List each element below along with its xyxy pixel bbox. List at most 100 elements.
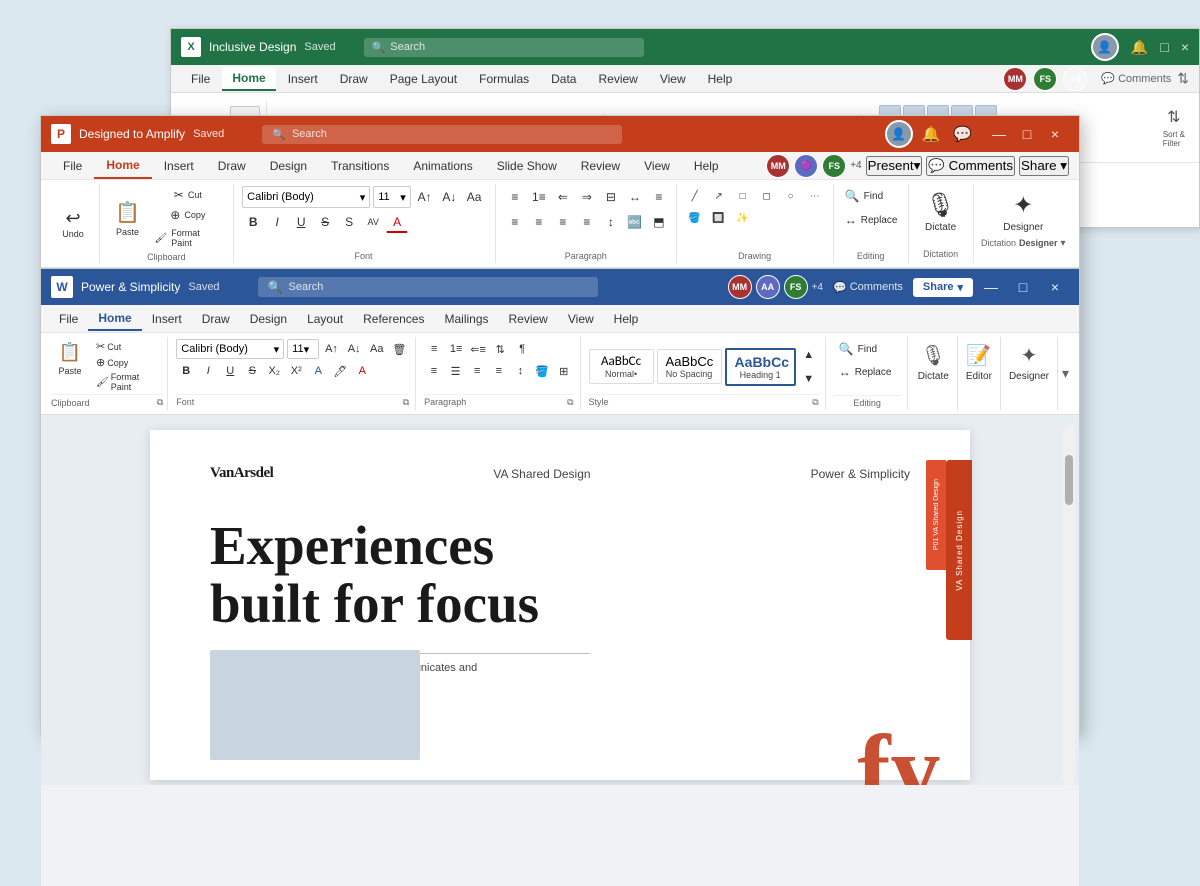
word-styles-down[interactable]: ▼ [799,369,819,389]
word-fontcolor-btn[interactable]: A [308,361,328,381]
word-tab-help[interactable]: Help [604,308,649,330]
ppt-copy-btn[interactable]: ⊕ Copy [151,206,226,224]
ppt-textdir[interactable]: 🔤 [624,211,646,233]
ppt-replace-btn[interactable]: ↔ Replace [840,210,902,230]
word-align-center[interactable]: ☰ [446,361,466,381]
ppt-italic-btn[interactable]: I [266,211,288,233]
excel-tab-home[interactable]: Home [222,67,275,91]
excel-close-btn[interactable]: × [1181,39,1189,55]
ppt-present-btn[interactable]: Present▾ [866,156,923,176]
ppt-tab-slideshow[interactable]: Slide Show [485,152,569,179]
word-share-btn[interactable]: Share ▾ [913,278,973,297]
ppt-strikethrough-btn[interactable]: S [314,211,336,233]
word-editor-btn[interactable]: 📝 Editor [958,337,1001,410]
word-align-justify[interactable]: ≡ [489,361,509,381]
word-bold-btn[interactable]: B [176,361,196,381]
word-style-h1[interactable]: AaBbCc Heading 1 [725,348,796,386]
ppt-close-btn[interactable]: × [1041,120,1069,148]
ppt-convtext[interactable]: ⬒ [648,211,670,233]
word-tab-insert[interactable]: Insert [142,308,192,330]
draw-line[interactable]: ╱ [685,186,705,206]
draw-more[interactable]: ⋯ [805,186,825,206]
word-para-marks[interactable]: ¶ [512,339,532,359]
word-sort-btn[interactable]: ⇅ [490,339,510,359]
word-style-nospace[interactable]: AaBbCc No Spacing [657,349,722,384]
draw-rect2[interactable]: ◻ [757,186,777,206]
ppt-tab-review[interactable]: Review [569,152,632,179]
ppt-restore-btn[interactable]: □ [1013,120,1041,148]
word-textcolor-btn[interactable]: A [352,361,372,381]
word-fmtpaint-btn[interactable]: 🖌Format Paint [93,371,163,393]
ppt-comment-icon-btn[interactable]: 💬 [949,123,976,145]
word-tools-expand[interactable]: ▾ [1062,365,1069,382]
word-restore-btn[interactable]: □ [1009,273,1037,301]
word-minimize-btn[interactable]: — [977,273,1005,301]
word-italic-btn[interactable]: I [198,361,218,381]
word-style-normal[interactable]: AaBbCc Normal• [589,349,654,384]
word-underline-btn[interactable]: U [220,361,240,381]
ppt-col-btn[interactable]: ⊟ [600,186,622,208]
word-dictate-btn[interactable]: 🎙 Dictate [910,337,958,410]
ppt-increase-indent[interactable]: ⇒ [576,186,598,208]
ppt-minimize-btn[interactable]: — [985,120,1013,148]
word-designer-btn[interactable]: ✦ Designer [1001,337,1058,410]
word-highlight-btn[interactable]: 🖊 [330,361,350,381]
word-styles-expand[interactable]: ⧉ [812,397,818,408]
ppt-designer-chevron[interactable]: ▾ [1061,238,1066,249]
ppt-rtl-btn[interactable]: ↔ [624,186,646,208]
word-border-btn[interactable]: ⊞ [554,361,574,381]
word-shrink-font[interactable]: A↓ [344,339,364,359]
ppt-paste-btn[interactable]: 📋 Paste [108,197,148,240]
excel-tab-view[interactable]: View [650,68,696,90]
ppt-align-c[interactable]: ≡ [528,211,550,233]
word-tab-view[interactable]: View [558,308,604,330]
word-sub-btn[interactable]: X₂ [264,361,284,381]
ppt-size-select[interactable]: 11▾ [373,186,411,208]
word-ol-btn[interactable]: 1≡ [446,339,466,359]
scroll-thumb[interactable] [1065,455,1073,505]
word-para-expand[interactable]: ⧉ [567,397,573,408]
word-clipboard-expand[interactable]: ⧉ [157,397,163,408]
ppt-cut-btn[interactable]: ✂ Cut [151,186,226,204]
word-grow-font[interactable]: A↑ [322,339,342,359]
word-tab-mailings[interactable]: Mailings [434,308,498,330]
ppt-tab-insert[interactable]: Insert [152,152,206,179]
ppt-font-select[interactable]: Calibri (Body)▾ [242,186,370,208]
ppt-num-list-btn[interactable]: 1≡ [528,186,550,208]
ppt-align-j[interactable]: ≡ [576,211,598,233]
word-font-expand[interactable]: ⧉ [403,397,409,408]
ppt-comments-btn[interactable]: 💬 Comments [926,156,1015,176]
word-search-bar[interactable]: 🔍 Search [258,277,598,297]
excel-tab-review[interactable]: Review [588,68,647,90]
word-charclear[interactable]: 🗑 [390,339,410,359]
draw-fill[interactable]: 🪣 [685,208,705,228]
word-tab-draw[interactable]: Draw [192,308,240,330]
ppt-tab-home[interactable]: Home [94,152,151,179]
word-styles-up[interactable]: ▲ [799,345,819,365]
ppt-find-btn[interactable]: 🔍 Find [840,186,902,206]
ppt-tab-view[interactable]: View [632,152,682,179]
word-linespace-btn[interactable]: ↕ [511,361,531,381]
excel-search-box[interactable]: 🔍 Search [364,38,644,57]
ppt-tab-transitions[interactable]: Transitions [319,152,401,179]
ppt-space-btn[interactable]: AV [362,211,384,233]
word-size-select[interactable]: 11▾ [287,339,319,359]
ppt-share-btn[interactable]: Share ▾ [1019,156,1069,176]
ppt-linespace[interactable]: ↕ [600,211,622,233]
ppt-underline-btn[interactable]: U [290,211,312,233]
word-tab-review[interactable]: Review [499,308,558,330]
ppt-list-btn[interactable]: ≡ [504,186,526,208]
word-align-right[interactable]: ≡ [467,361,487,381]
draw-arrow[interactable]: ↗ [709,186,729,206]
word-comments-btn[interactable]: 💬 Comments [827,278,909,297]
ppt-font-color[interactable]: A [386,211,408,233]
ppt-shrink-font[interactable]: A↓ [439,186,461,208]
ppt-align-l2[interactable]: ≡ [504,211,526,233]
excel-tab-pagelayout[interactable]: Page Layout [380,68,467,90]
word-tab-home[interactable]: Home [88,307,141,331]
ppt-tab-help[interactable]: Help [682,152,731,179]
word-paste-btn[interactable]: 📋 Paste [51,339,89,379]
word-sup-btn[interactable]: X² [286,361,306,381]
ppt-shadow-btn[interactable]: S [338,211,360,233]
word-tab-references[interactable]: References [353,308,434,330]
